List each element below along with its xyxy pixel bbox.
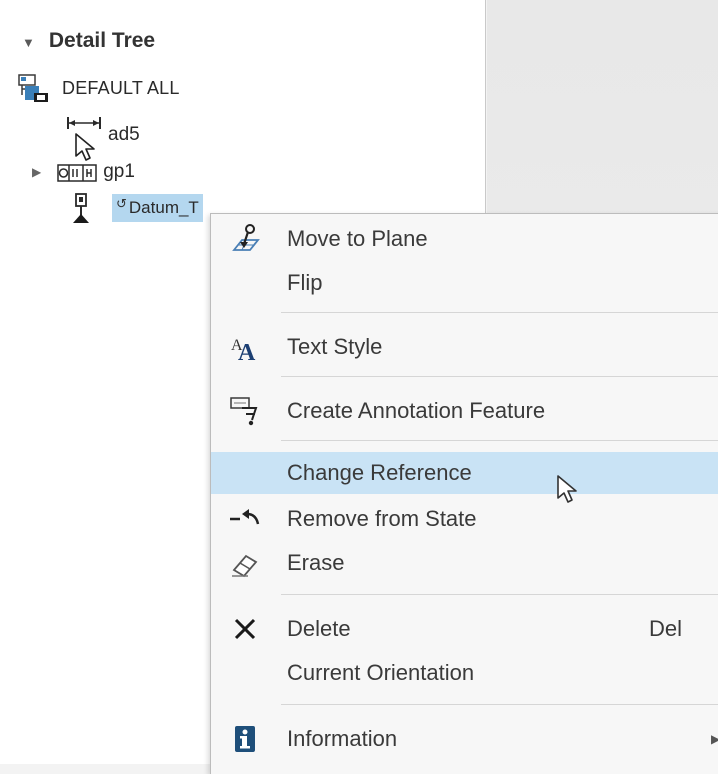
remove-from-state-icon [227,501,263,537]
tree-node-default-all[interactable]: DEFAULT ALL [16,70,180,106]
menu-item-erase[interactable]: Erase [211,542,718,584]
tree-node-label: DEFAULT ALL [62,77,180,98]
triangle-down-icon[interactable]: ▼ [22,35,35,50]
menu-item-label: Flip [287,270,323,295]
dimension-icon [66,115,102,141]
expand-arrow-icon[interactable]: ▶ [32,165,41,179]
menu-item-information[interactable]: Information ▶ [211,718,718,760]
menu-separator [281,704,718,705]
menu-item-label: Delete [287,616,351,641]
tree-node-ad5[interactable]: ad5 [66,108,140,148]
menu-separator [281,594,718,595]
menu-separator [281,312,718,313]
menu-item-create-annotation-feature[interactable]: Create Annotation Feature [211,390,718,432]
detail-tree-header[interactable]: ▼ Detail Tree [22,24,155,58]
menu-item-label: Erase [287,550,345,575]
menu-item-label: Create Annotation Feature [287,398,546,423]
delete-x-icon [227,611,263,647]
submenu-arrow-icon: ▶ [711,732,718,746]
circular-arrow-icon: ↺ [116,196,127,211]
menu-item-label: Remove from State [287,506,477,531]
menu-item-delete[interactable]: Delete Del [211,608,718,650]
menu-item-shortcut: Del [649,616,683,641]
menu-item-move-to-plane[interactable]: Move to Plane [211,218,718,260]
tree-node-label: ad5 [108,124,140,145]
menu-item-label: Text Style [287,334,383,359]
menu-item-current-orientation[interactable]: Current Orientation [211,652,718,694]
datum-tag-icon [72,192,90,224]
tree-node-label: Datum_T [128,198,199,217]
detail-tree-title: Detail Tree [48,29,156,52]
menu-separator [281,440,718,441]
selected-node-highlight: ↺ Datum_T [112,194,203,222]
menu-separator [281,376,718,377]
information-icon [227,721,263,757]
menu-item-label: Current Orientation [287,660,475,685]
eraser-icon [227,545,263,581]
state-tree-icon [16,73,52,103]
svg-text:A: A [238,340,256,364]
text-style-icon: A A [227,329,263,365]
menu-item-remove-from-state[interactable]: Remove from State [211,498,718,540]
context-menu: Move to Plane Flip A A Text Style Create… [210,213,718,774]
menu-item-label: Information [287,726,398,751]
annotation-feature-icon [227,393,263,429]
tree-node-label: gp1 [103,161,135,182]
menu-item-label: Move to Plane [287,226,428,251]
tree-node-gp1[interactable]: ▶ gp1 [32,156,135,188]
menu-item-change-reference[interactable]: Change Reference [211,452,718,494]
move-to-plane-icon [227,221,263,257]
menu-item-flip[interactable]: Flip [211,262,718,304]
gtol-icon [57,159,97,185]
tree-node-datum-tag[interactable]: ↺ Datum_T [72,190,203,226]
menu-item-label: Change Reference [287,460,472,485]
menu-item-text-style[interactable]: A A Text Style [211,326,718,368]
